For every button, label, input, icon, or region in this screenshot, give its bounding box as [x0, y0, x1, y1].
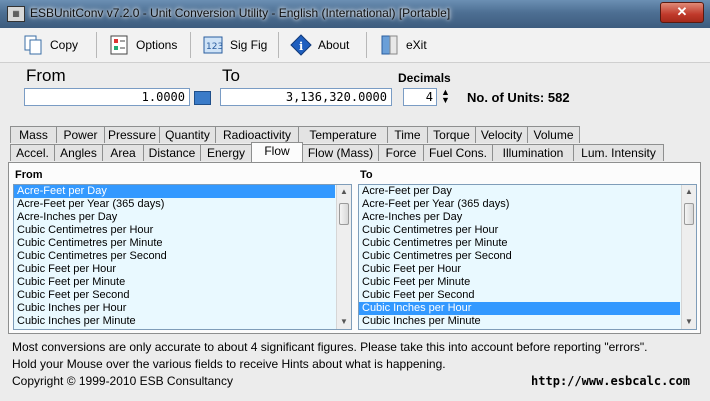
about-button[interactable]: i About: [290, 33, 349, 57]
tab-illumination[interactable]: Illumination: [492, 144, 574, 161]
app-window: ▦ ESBUnitConv v7.2.0 - Unit Conversion U…: [0, 0, 710, 401]
exit-icon: [381, 35, 398, 55]
tab-torque[interactable]: Torque: [427, 126, 476, 143]
title-bar[interactable]: ▦ ESBUnitConv v7.2.0 - Unit Conversion U…: [0, 0, 710, 28]
toolbar-separator: [190, 32, 191, 58]
from-value-input[interactable]: 1.0000: [24, 88, 190, 106]
copy-icon: [24, 35, 42, 55]
list-item[interactable]: Acre-Feet per Day: [14, 185, 335, 198]
about-label: About: [318, 38, 350, 52]
copy-label: Copy: [50, 38, 79, 52]
tab-angles[interactable]: Angles: [54, 144, 103, 161]
list-item[interactable]: Cubic Inches per Minute: [359, 315, 680, 328]
scroll-up-icon[interactable]: ▲: [682, 185, 696, 199]
to-list-label: To: [360, 169, 373, 181]
tab-energy[interactable]: Energy: [200, 144, 252, 161]
list-item[interactable]: Cubic Inches per Hour: [359, 302, 680, 315]
list-item[interactable]: Cubic Centimetres per Minute: [14, 237, 335, 250]
from-list-label: From: [15, 169, 43, 181]
accuracy-note: Most conversions are only accurate to ab…: [12, 340, 648, 354]
list-item[interactable]: Cubic Feet per Minute: [14, 276, 335, 289]
tab-quantity[interactable]: Quantity: [159, 126, 216, 143]
scroll-up-icon[interactable]: ▲: [337, 185, 351, 199]
list-item[interactable]: Acre-Feet per Day: [359, 185, 680, 198]
app-icon[interactable]: ▦: [7, 6, 25, 22]
calculator-icon[interactable]: [194, 91, 211, 105]
to-heading: To: [222, 66, 240, 85]
tab-time[interactable]: Time: [387, 126, 428, 143]
options-label: Options: [136, 38, 178, 52]
copyright: Copyright © 1999-2010 ESB Consultancy: [12, 374, 233, 388]
tab-pressure[interactable]: Pressure: [104, 126, 160, 143]
decimals-input[interactable]: 4: [403, 88, 437, 106]
from-heading: From: [26, 66, 66, 85]
list-item[interactable]: Cubic Centimetres per Second: [14, 250, 335, 263]
scroll-thumb[interactable]: [684, 203, 694, 225]
tab-temperature[interactable]: Temperature: [298, 126, 388, 143]
to-unit-list[interactable]: Acre-Feet per Day Acre-Feet per Year (365…: [358, 184, 697, 330]
tab-radioactivity[interactable]: Radioactivity: [215, 126, 299, 143]
tab-velocity[interactable]: Velocity: [475, 126, 528, 143]
decimals-spinner[interactable]: ▲ ▼: [441, 88, 450, 105]
sigfig-icon: 123: [203, 36, 223, 54]
scroll-down-icon[interactable]: ▼: [682, 315, 696, 329]
list-item[interactable]: Cubic Feet per Hour: [14, 263, 335, 276]
list-item[interactable]: Acre-Feet per Year (365 days): [359, 198, 680, 211]
list-item[interactable]: Cubic Inches per Hour: [14, 302, 335, 315]
exit-button[interactable]: eXit: [378, 33, 427, 57]
list-item[interactable]: Cubic Centimetres per Hour: [14, 224, 335, 237]
info-icon: i: [290, 34, 312, 56]
tab-flow-mass[interactable]: Flow (Mass): [302, 144, 379, 161]
tab-lum-intensity[interactable]: Lum. Intensity: [573, 144, 664, 161]
exit-label: eXit: [406, 38, 427, 52]
toolbar-separator: [96, 32, 97, 58]
window-title: ESBUnitConv v7.2.0 - Unit Conversion Uti…: [30, 6, 451, 20]
tab-force[interactable]: Force: [378, 144, 424, 161]
tab-fuel-cons[interactable]: Fuel Cons.: [423, 144, 493, 161]
tab-flow[interactable]: Flow: [251, 142, 303, 162]
toolbar-separator: [366, 32, 367, 58]
tab-mass[interactable]: Mass: [10, 126, 57, 143]
decimals-label: Decimals: [398, 71, 451, 85]
hint-note: Hold your Mouse over the various fields …: [12, 357, 446, 371]
tab-area[interactable]: Area: [102, 144, 144, 161]
tab-power[interactable]: Power: [56, 126, 105, 143]
toolbar-separator: [278, 32, 279, 58]
list-item[interactable]: Acre-Inches per Day: [14, 211, 335, 224]
tab-distance[interactable]: Distance: [143, 144, 201, 161]
spin-down-icon[interactable]: ▼: [441, 96, 450, 105]
close-button[interactable]: ✕: [660, 2, 704, 23]
sigfig-label: Sig Fig: [230, 38, 268, 52]
options-icon: [110, 35, 128, 55]
list-item[interactable]: Cubic Feet per Hour: [359, 263, 680, 276]
sigfig-button[interactable]: 123 Sig Fig: [202, 33, 267, 57]
svg-text:i: i: [299, 40, 303, 53]
tab-accel[interactable]: Accel.: [10, 144, 55, 161]
scroll-thumb[interactable]: [339, 203, 349, 225]
toolbar: Copy Options 123 Sig Fig i About eXit: [0, 28, 710, 63]
flow-tab-panel: From To Acre-Feet per Day Acre-Feet per Y…: [8, 162, 701, 334]
tab-volume[interactable]: Volume: [527, 126, 580, 143]
list-item[interactable]: Cubic Centimetres per Minute: [359, 237, 680, 250]
from-unit-list[interactable]: Acre-Feet per Day Acre-Feet per Year (365…: [13, 184, 352, 330]
from-list-scrollbar[interactable]: ▲ ▼: [336, 185, 351, 329]
svg-text:123: 123: [206, 42, 223, 52]
list-item[interactable]: Acre-Feet per Year (365 days): [14, 198, 335, 211]
list-item[interactable]: Cubic Inches per Minute: [14, 315, 335, 328]
list-item[interactable]: Cubic Feet per Minute: [359, 276, 680, 289]
units-count: No. of Units: 582: [467, 90, 570, 105]
to-value-output[interactable]: 3,136,320.0000: [220, 88, 392, 106]
list-item[interactable]: Cubic Centimetres per Hour: [359, 224, 680, 237]
list-item[interactable]: Cubic Feet per Second: [14, 289, 335, 302]
options-button[interactable]: Options: [108, 33, 177, 57]
list-item[interactable]: Acre-Inches per Day: [359, 211, 680, 224]
scroll-down-icon[interactable]: ▼: [337, 315, 351, 329]
from-list-rows: Acre-Feet per Day Acre-Feet per Year (365…: [14, 185, 351, 328]
list-item[interactable]: Cubic Feet per Second: [359, 289, 680, 302]
to-list-rows: Acre-Feet per Day Acre-Feet per Year (365…: [359, 185, 696, 328]
website-link[interactable]: http://www.esbcalc.com: [531, 374, 690, 388]
copy-button[interactable]: Copy: [22, 33, 78, 57]
to-list-scrollbar[interactable]: ▲ ▼: [681, 185, 696, 329]
list-item[interactable]: Cubic Centimetres per Second: [359, 250, 680, 263]
